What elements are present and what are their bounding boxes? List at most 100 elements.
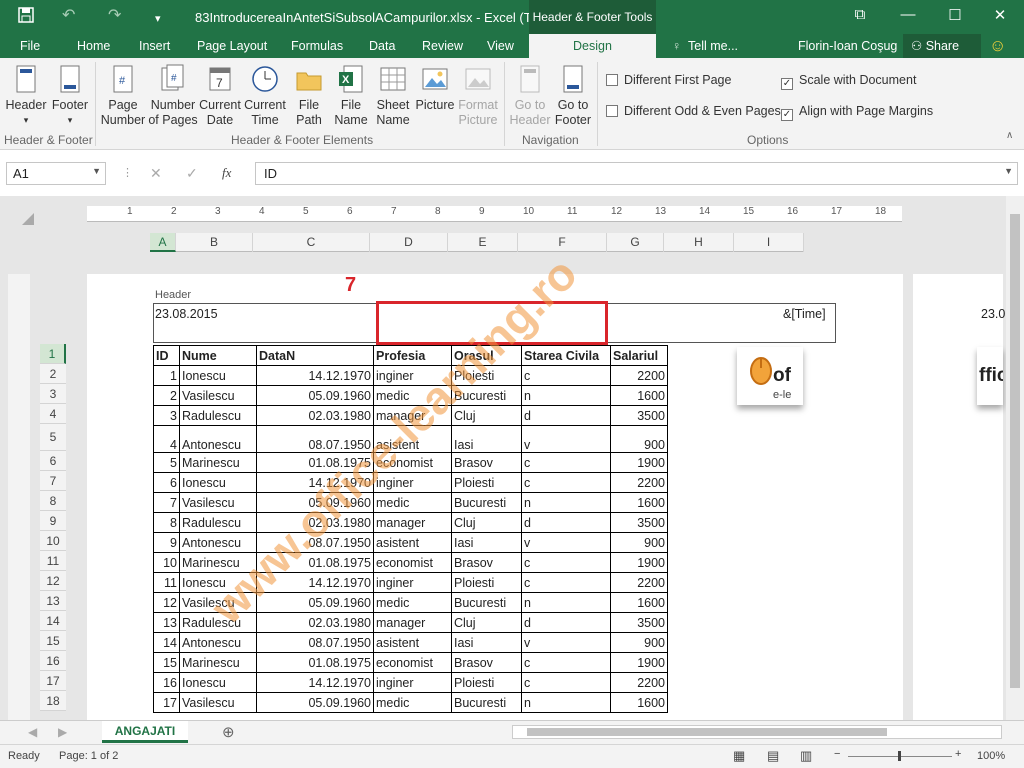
- row-header[interactable]: 18: [40, 691, 66, 711]
- row-header[interactable]: 17: [40, 671, 66, 691]
- row-header[interactable]: 16: [40, 651, 66, 671]
- table-cell[interactable]: 2200: [610, 672, 668, 693]
- tab-insert[interactable]: Insert: [139, 34, 170, 58]
- table-cell[interactable]: 2200: [610, 365, 668, 386]
- table-cell[interactable]: 05.09.1960: [256, 692, 374, 713]
- column-header[interactable]: I: [734, 233, 804, 252]
- go-to-header-button[interactable]: Go to Header: [509, 62, 551, 128]
- row-header[interactable]: 6: [40, 451, 66, 471]
- table-cell[interactable]: 4: [153, 425, 180, 453]
- user-name[interactable]: Florin-Ioan Coşug: [798, 34, 897, 58]
- page-layout-view-icon[interactable]: ▤: [767, 748, 779, 764]
- table-cell[interactable]: Iasi: [451, 532, 522, 553]
- current-time-button[interactable]: Current Time: [243, 62, 287, 128]
- table-cell[interactable]: 1900: [610, 552, 668, 573]
- scroll-right-icon[interactable]: ▶: [58, 725, 67, 739]
- table-cell[interactable]: 01.08.1975: [256, 652, 374, 673]
- row-header[interactable]: 14: [40, 611, 66, 631]
- table-cell[interactable]: 1600: [610, 492, 668, 513]
- table-cell[interactable]: 14: [153, 632, 180, 653]
- table-cell[interactable]: Iasi: [451, 425, 522, 453]
- table-cell[interactable]: 900: [610, 532, 668, 553]
- table-cell[interactable]: 7: [153, 492, 180, 513]
- customize-qat-icon[interactable]: ▾: [155, 10, 161, 28]
- table-cell[interactable]: d: [521, 405, 611, 426]
- table-cell[interactable]: 11: [153, 572, 180, 593]
- table-cell[interactable]: 12: [153, 592, 180, 613]
- current-date-button[interactable]: 7 Current Date: [199, 62, 241, 128]
- table-cell[interactable]: manager: [373, 512, 452, 533]
- table-cell[interactable]: c: [521, 452, 611, 473]
- row-header[interactable]: 2: [40, 364, 66, 384]
- different-first-page-checkbox[interactable]: Different First Page: [606, 73, 731, 87]
- table-cell[interactable]: 1600: [610, 385, 668, 406]
- table-cell[interactable]: 16: [153, 672, 180, 693]
- table-cell[interactable]: Radulescu: [179, 512, 257, 533]
- table-cell[interactable]: v: [521, 532, 611, 553]
- table-cell[interactable]: economist: [373, 552, 452, 573]
- table-cell[interactable]: 5: [153, 452, 180, 473]
- ribbon-display-icon[interactable]: ⧉: [845, 6, 875, 23]
- page-number-button[interactable]: # Page Number: [100, 62, 146, 128]
- table-cell[interactable]: 15: [153, 652, 180, 673]
- add-sheet-icon[interactable]: ⊕: [222, 723, 235, 741]
- table-cell[interactable]: c: [521, 472, 611, 493]
- table-cell[interactable]: 8: [153, 512, 180, 533]
- zoom-slider-thumb[interactable]: [898, 751, 901, 761]
- table-cell[interactable]: 900: [610, 425, 668, 453]
- table-cell[interactable]: 3500: [610, 512, 668, 533]
- table-cell[interactable]: inginer: [373, 572, 452, 593]
- tab-home[interactable]: Home: [77, 34, 110, 58]
- table-cell[interactable]: d: [521, 612, 611, 633]
- table-cell[interactable]: Bucuresti: [451, 592, 522, 613]
- table-cell[interactable]: Antonescu: [179, 425, 257, 453]
- sheet-tab-angajati[interactable]: ANGAJATI: [102, 721, 188, 743]
- row-header[interactable]: 9: [40, 511, 66, 531]
- row-header[interactable]: 5: [40, 424, 66, 451]
- table-cell[interactable]: c: [521, 672, 611, 693]
- table-cell[interactable]: 02.03.1980: [256, 612, 374, 633]
- table-cell[interactable]: n: [521, 592, 611, 613]
- table-cell[interactable]: medic: [373, 592, 452, 613]
- table-cell[interactable]: 17: [153, 692, 180, 713]
- column-title[interactable]: Salariul: [610, 345, 668, 366]
- different-odd-even-checkbox[interactable]: Different Odd & Even Pages: [606, 104, 781, 118]
- table-cell[interactable]: Brasov: [451, 452, 522, 473]
- table-cell[interactable]: 2200: [610, 472, 668, 493]
- tab-data[interactable]: Data: [369, 34, 395, 58]
- file-path-button[interactable]: File Path: [290, 62, 328, 128]
- table-cell[interactable]: n: [521, 692, 611, 713]
- table-cell[interactable]: 14.12.1970: [256, 672, 374, 693]
- table-cell[interactable]: Antonescu: [179, 632, 257, 653]
- formula-input[interactable]: ID ▼: [255, 162, 1018, 185]
- align-with-margins-checkbox[interactable]: ✓ Align with Page Margins: [781, 104, 933, 121]
- column-title[interactable]: Nume: [179, 345, 257, 366]
- normal-view-icon[interactable]: ▦: [733, 748, 745, 764]
- table-cell[interactable]: Ploiesti: [451, 672, 522, 693]
- close-button[interactable]: ✕: [985, 6, 1015, 24]
- column-header[interactable]: H: [664, 233, 734, 252]
- undo-icon[interactable]: ↶: [62, 7, 75, 25]
- table-cell[interactable]: Brasov: [451, 552, 522, 573]
- table-cell[interactable]: 6: [153, 472, 180, 493]
- table-cell[interactable]: 1600: [610, 592, 668, 613]
- row-header[interactable]: 3: [40, 384, 66, 404]
- row-header[interactable]: 1: [40, 344, 66, 364]
- table-cell[interactable]: n: [521, 492, 611, 513]
- table-cell[interactable]: Ionescu: [179, 672, 257, 693]
- vertical-scrollbar[interactable]: [1006, 196, 1024, 720]
- row-header[interactable]: 4: [40, 404, 66, 424]
- tab-design[interactable]: Design: [529, 34, 656, 58]
- table-cell[interactable]: 08.07.1950: [256, 632, 374, 653]
- row-header[interactable]: 13: [40, 591, 66, 611]
- table-cell[interactable]: Marinescu: [179, 652, 257, 673]
- column-header[interactable]: D: [370, 233, 448, 252]
- table-cell[interactable]: n: [521, 385, 611, 406]
- select-all-corner[interactable]: [22, 213, 34, 225]
- tab-file[interactable]: File: [20, 34, 40, 58]
- tab-formulas[interactable]: Formulas: [291, 34, 343, 58]
- table-cell[interactable]: 10: [153, 552, 180, 573]
- save-icon[interactable]: [18, 7, 34, 28]
- file-name-button[interactable]: X File Name: [332, 62, 370, 128]
- table-cell[interactable]: asistent: [373, 632, 452, 653]
